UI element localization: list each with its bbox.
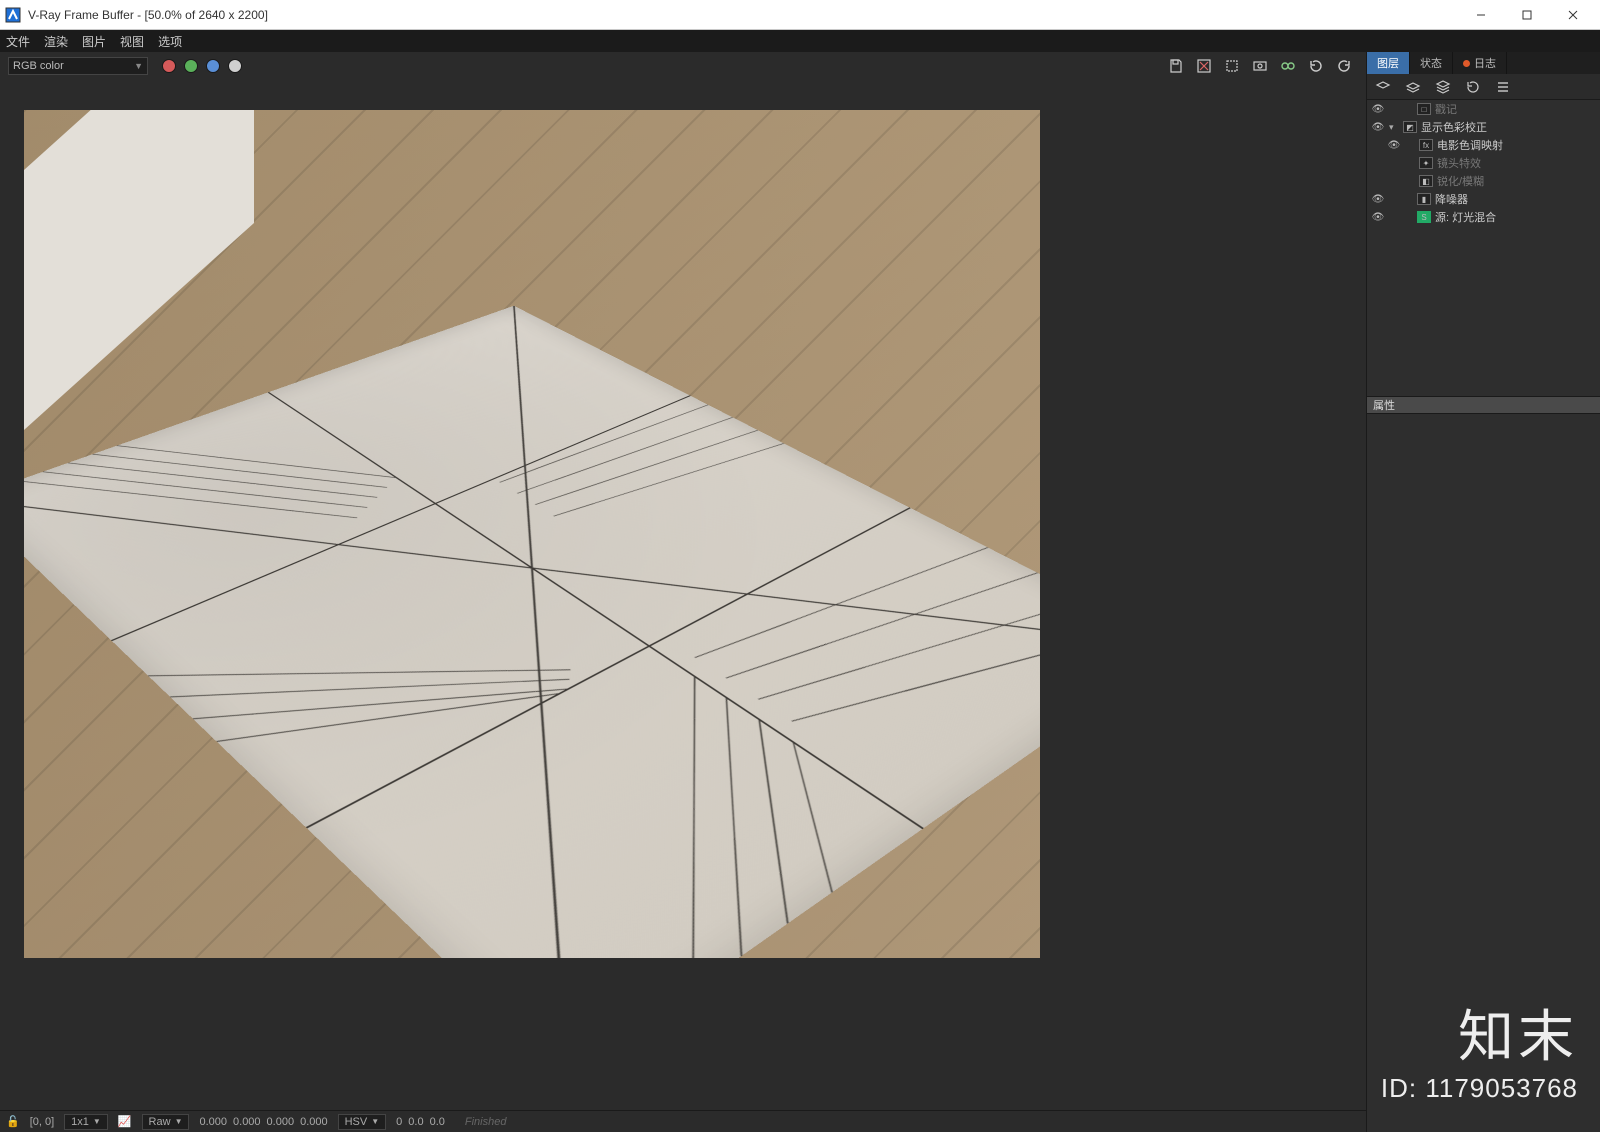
minimize-button[interactable] [1458, 0, 1504, 30]
link-viewport-button[interactable] [1276, 55, 1300, 77]
chevron-down-icon: ▼ [175, 1117, 183, 1126]
chevron-down-icon: ▼ [93, 1117, 101, 1126]
render-image [24, 110, 1040, 958]
menu-options[interactable]: 选项 [158, 33, 182, 50]
raw-values: 0.000 0.000 0.000 0.000 [199, 1116, 327, 1128]
visibility-toggle[interactable]: 👁 [1371, 212, 1385, 223]
pixel-zoom-select[interactable]: 1x1▼ [64, 1114, 108, 1130]
raw-mode-select[interactable]: Raw▼ [142, 1114, 190, 1130]
region-render-button[interactable] [1220, 55, 1244, 77]
menu-image[interactable]: 图片 [82, 33, 106, 50]
visibility-toggle[interactable]: 👁 [1387, 140, 1401, 151]
statusbar: 🔓 [0, 0] 1x1▼ 📈 Raw▼ 0.000 0.000 0.000 0… [0, 1110, 1366, 1132]
close-button[interactable] [1550, 0, 1596, 30]
pixel-coords: [0, 0] [30, 1116, 54, 1128]
save-preset-button[interactable] [1433, 77, 1453, 97]
layer-row[interactable]: 👁 S 源: 灯光混合 [1367, 208, 1600, 226]
clear-image-button[interactable] [1192, 55, 1216, 77]
track-mouse-button[interactable] [1248, 55, 1272, 77]
menu-file[interactable]: 文件 [6, 33, 30, 50]
layer-type-icon: fx [1419, 139, 1433, 151]
red-channel-toggle[interactable] [162, 59, 176, 73]
channel-select-value: RGB color [13, 60, 64, 72]
save-image-button[interactable] [1164, 55, 1188, 77]
layer-row[interactable]: 👁 □ 戳记 [1367, 100, 1600, 118]
log-indicator-icon [1463, 60, 1470, 67]
app-icon [4, 6, 22, 24]
menu-render[interactable]: 渲染 [44, 33, 68, 50]
tab-log[interactable]: 日志 [1453, 52, 1507, 74]
layers-tree: 👁 □ 戳记 👁 ▾ ◩ 显示色彩校正 👁 fx 电影色调映射 ✦ 镜头特效 [1367, 100, 1600, 226]
window-titlebar: V-Ray Frame Buffer - [50.0% of 2640 x 22… [0, 0, 1600, 30]
layer-type-icon: ✦ [1419, 157, 1433, 169]
tab-layers[interactable]: 图层 [1367, 52, 1410, 74]
tab-status[interactable]: 状态 [1410, 52, 1453, 74]
layer-type-icon: ◩ [1403, 121, 1417, 133]
green-channel-toggle[interactable] [184, 59, 198, 73]
expand-toggle[interactable]: ▾ [1389, 122, 1399, 133]
properties-header[interactable]: 属性 [1367, 396, 1600, 414]
hsv-values: 0 0.0 0.0 [396, 1116, 445, 1128]
layer-row[interactable]: 👁 ▾ ◩ 显示色彩校正 [1367, 118, 1600, 136]
layer-row[interactable]: ✦ 镜头特效 [1367, 154, 1600, 172]
layer-type-icon: S [1417, 211, 1431, 223]
window-title: V-Ray Frame Buffer - [50.0% of 2640 x 22… [28, 8, 1458, 22]
right-panel: 图层 状态 日志 👁 □ 戳记 👁 ▾ ◩ 显示色彩校正 👁 [1366, 52, 1600, 1132]
layer-row[interactable]: 👁 ▮ 降噪器 [1367, 190, 1600, 208]
layer-type-icon: ▮ [1417, 193, 1431, 205]
render-status-text: Finished [465, 1116, 507, 1128]
chevron-down-icon: ▼ [134, 61, 143, 71]
curve-icon[interactable]: 📈 [118, 1115, 132, 1128]
history-prev-button[interactable] [1304, 55, 1328, 77]
mono-channel-toggle[interactable] [228, 59, 242, 73]
channel-select[interactable]: RGB color ▼ [8, 57, 148, 75]
image-toolbar: RGB color ▼ [0, 52, 1366, 80]
properties-body [1367, 414, 1600, 1132]
menubar: 文件 渲染 图片 视图 选项 [0, 30, 1600, 52]
load-preset-button[interactable] [1403, 77, 1423, 97]
visibility-toggle[interactable]: 👁 [1371, 194, 1385, 205]
layer-row[interactable]: 👁 fx 电影色调映射 [1367, 136, 1600, 154]
hsv-mode-select[interactable]: HSV▼ [338, 1114, 387, 1130]
render-viewport[interactable] [0, 80, 1366, 1110]
visibility-toggle[interactable]: 👁 [1371, 122, 1385, 133]
menu-view[interactable]: 视图 [120, 33, 144, 50]
layer-menu-button[interactable] [1493, 77, 1513, 97]
lock-icon[interactable]: 🔓 [6, 1115, 20, 1128]
history-next-button[interactable] [1332, 55, 1356, 77]
add-layer-button[interactable] [1373, 77, 1393, 97]
maximize-button[interactable] [1504, 0, 1550, 30]
blue-channel-toggle[interactable] [206, 59, 220, 73]
revert-button[interactable] [1463, 77, 1483, 97]
layer-type-icon: ◧ [1419, 175, 1433, 187]
layer-row[interactable]: ◧ 锐化/模糊 [1367, 172, 1600, 190]
layer-type-icon: □ [1417, 103, 1431, 115]
visibility-toggle[interactable]: 👁 [1371, 104, 1385, 115]
chevron-down-icon: ▼ [371, 1117, 379, 1126]
